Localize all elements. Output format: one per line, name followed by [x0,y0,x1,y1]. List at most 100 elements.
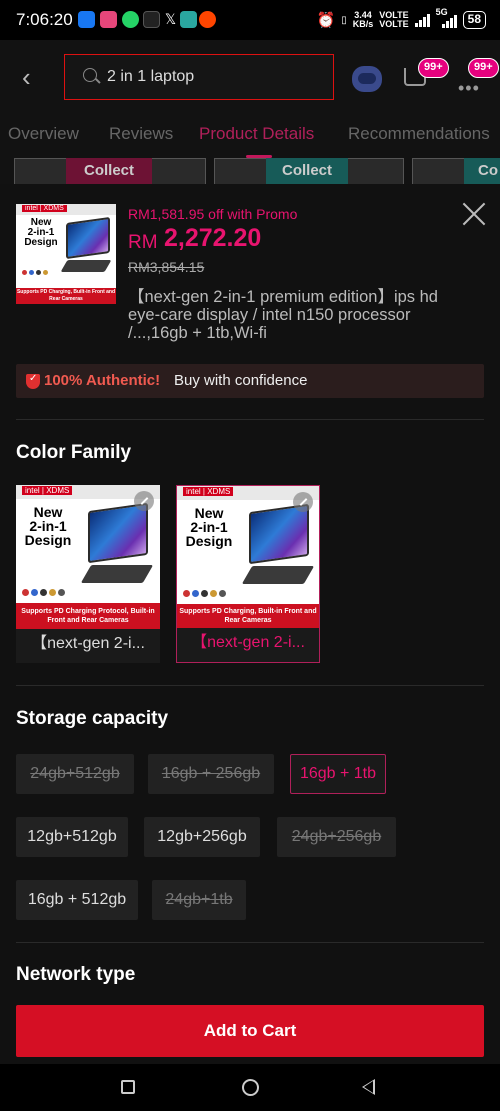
zoom-icon[interactable] [134,491,154,511]
laptop-image [249,503,309,565]
reddit-notification-icon [199,11,216,28]
laptop-image [88,502,148,564]
product-thumbnail[interactable]: intel | XDMS New 2-in-1 Design Supports … [16,204,116,304]
variant-sheet: intel | XDMS New 2-in-1 Design Supports … [0,184,500,1064]
assistant-robot-icon[interactable] [352,66,382,92]
app-header: ‹ 2 in 1 laptop 99+ ••• 99+ [0,40,500,112]
variant-1-title-2: 2-in-1 [29,518,67,534]
collect-button[interactable]: Collect [266,158,348,184]
storage-option-12gb-512gb[interactable]: 12gb+512gb [16,817,128,857]
storage-option-24gb-1tb[interactable]: 24gb+1tb [152,880,246,920]
storage-option-16gb-256gb[interactable]: 16gb + 256gb [148,754,274,794]
authentic-banner: 100% Authentic! Buy with confidence [16,364,484,398]
laptop-image [66,216,110,260]
thumb-brand-bar: intel | XDMS [22,205,67,212]
variant-1-banner: Supports PD Charging Protocol, Built-in … [16,603,160,629]
feature-dots [183,590,226,597]
divider [16,419,484,420]
volte-indicator: VOLTE VOLTE [379,11,408,29]
variant-2-label: 【next-gen 2-i... [191,634,305,651]
net-speed-unit: KB/s [352,19,374,29]
feature-dots [22,589,65,596]
product-name: 【next-gen 2-in-1 premium edition】ips hd … [128,288,438,342]
variant-1-image: intel | XDMS New 2-in-1 Design Supports … [16,485,160,629]
tab-product-details[interactable]: Product Details [199,124,314,144]
keyboard-image [60,260,112,272]
authentic-text: Buy with confidence [174,372,308,389]
facebook-notification-icon [78,11,95,28]
variant-2-title-2: 2-in-1 [190,519,228,535]
authentic-highlight: 100% Authentic! [44,372,161,389]
add-to-cart-button[interactable]: Add to Cart [16,1005,484,1057]
signal-label: 5G [435,7,448,17]
system-nav-bar [0,1064,500,1111]
whatsapp-notification-icon [122,11,139,28]
back-arrow-icon[interactable]: ‹ [22,64,31,90]
divider [16,685,484,686]
storage-option-12gb-256gb[interactable]: 12gb+256gb [144,817,260,857]
thumb-feature-dots [22,270,48,275]
close-icon[interactable] [462,202,486,226]
volte-2: VOLTE [379,19,409,29]
storage-option-16gb-512gb[interactable]: 16gb + 512gb [16,880,138,920]
zoom-icon[interactable] [293,492,313,512]
status-bar: 7:06:20 𝕏 ⏰ ▯ 3.44 KB/s VOLTE VOLTE 5G 5… [0,0,500,40]
x-notification-icon: 𝕏 [164,11,177,27]
color-variant-1[interactable]: intel | XDMS New 2-in-1 Design Supports … [16,485,160,663]
vibrate-icon: ▯ [341,14,347,26]
tab-recommendations[interactable]: Recommendations [348,124,490,144]
variant-2-title-1: New [194,505,224,521]
storage-option-24gb-512gb[interactable]: 24gb+512gb [16,754,134,794]
signal-1-icon [414,13,430,27]
app-notification-icon [100,11,117,28]
nav-recents-icon[interactable] [121,1080,135,1094]
network-type-title: Network type [16,964,136,985]
variant-2-banner: Supports PD Charging, Built-in Front and… [177,604,319,628]
keyboard-image [80,565,154,583]
search-value: 2 in 1 laptop [107,68,195,85]
price-value: 2,272.20 [164,224,262,252]
variant-2-image: intel | XDMS New 2-in-1 Design Supports … [177,486,319,628]
color-family-title: Color Family [16,442,132,463]
collect-button[interactable]: Collect [66,158,152,184]
collect-button[interactable]: Co [464,158,500,184]
net-speed: 3.44 KB/s [353,11,374,29]
price-currency: RM [128,232,158,253]
tab-reviews[interactable]: Reviews [109,124,173,144]
more-icon[interactable]: ••• [458,78,480,99]
search-icon [83,68,97,82]
shield-check-icon [26,373,40,389]
nav-home-icon[interactable] [242,1079,259,1096]
thumb-banner: Supports PD Charging, Built-in Front and… [16,288,116,304]
cart-badge: 99+ [418,58,449,78]
signal-2-icon: 5G [436,8,457,28]
variant-2-brand: intel | XDMS [183,487,234,496]
tiktok-notification-icon [143,11,160,28]
app2-notification-icon [180,11,197,28]
collect-strip: Collect Collect Co [0,158,500,184]
variant-1-brand: intel | XDMS [22,486,73,495]
more-badge: 99+ [468,58,499,78]
nav-back-icon[interactable] [362,1079,375,1095]
tab-overview[interactable]: Overview [8,124,79,144]
divider [16,942,484,943]
variant-1-title: New 2-in-1 Design [22,505,74,547]
tab-bar: Overview Reviews Product Details Recomme… [0,112,500,158]
keyboard-image [241,566,315,584]
variant-1-title-3: Design [24,532,72,548]
alarm-icon: ⏰ [316,12,336,29]
variant-1-label: 【next-gen 2-i... [31,635,145,652]
status-right-cluster: ⏰ ▯ 3.44 KB/s VOLTE VOLTE 5G 58 [316,8,486,31]
promo-text: RM1,581.95 off with Promo [128,206,298,222]
status-time: 7:06:20 [16,10,73,29]
storage-option-24gb-256gb[interactable]: 24gb+256gb [277,817,396,857]
storage-capacity-title: Storage capacity [16,708,169,729]
variant-2-title: New 2-in-1 Design [183,506,235,548]
color-variant-2[interactable]: intel | XDMS New 2-in-1 Design Supports … [176,485,320,663]
storage-option-16gb-1tb[interactable]: 16gb + 1tb [290,754,386,794]
battery-indicator: 58 [462,11,486,29]
variant-1-title-1: New [33,504,63,520]
variant-2-title-3: Design [185,533,233,549]
thumb-title: New 2-in-1 Design [24,218,58,248]
search-input[interactable]: 2 in 1 laptop [64,54,334,100]
